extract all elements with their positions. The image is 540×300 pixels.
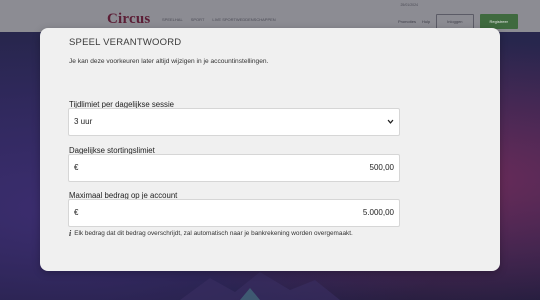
deposit-currency: € [74,163,79,172]
header-date: 25/01/2024 [400,3,418,7]
modal-description: Je kan deze voorkeuren later altijd wijz… [69,58,269,65]
login-button[interactable]: Inloggen [436,14,474,29]
deposit-limit-input[interactable]: € 500,00 [68,154,400,182]
modal-title: SPEEL VERANTWOORD [69,37,182,48]
info-note-text: Elk bedrag dat dit bedrag overschrijdt, … [74,230,353,237]
site-logo: Circus [107,11,151,27]
help-link[interactable]: Hulp [422,19,430,24]
nav-item-sport[interactable]: Sport [191,17,205,22]
max-account-input[interactable]: € 5.000,00 [68,199,400,227]
session-limit-select[interactable]: 3 uur [68,108,400,136]
chevron-down-icon [387,119,394,124]
info-note: i Elk bedrag dat dit bedrag overschrijdt… [69,229,353,238]
nav-item-speelhal[interactable]: Speelhal [162,17,183,22]
header-actions: Promoties Hulp Inloggen Registreer [398,14,518,29]
promotions-link[interactable]: Promoties [398,19,416,24]
max-account-value: 5.000,00 [362,208,394,217]
info-icon: i [69,229,72,238]
deposit-limit-value: 500,00 [369,163,394,172]
nav-item-live[interactable]: Live Sportweddenschappen [212,17,275,22]
session-limit-value: 3 uur [74,117,93,126]
register-button[interactable]: Registreer [479,14,518,29]
main-nav: Speelhal Sport Live Sportweddenschappen [162,17,276,22]
max-account-currency: € [74,208,79,217]
